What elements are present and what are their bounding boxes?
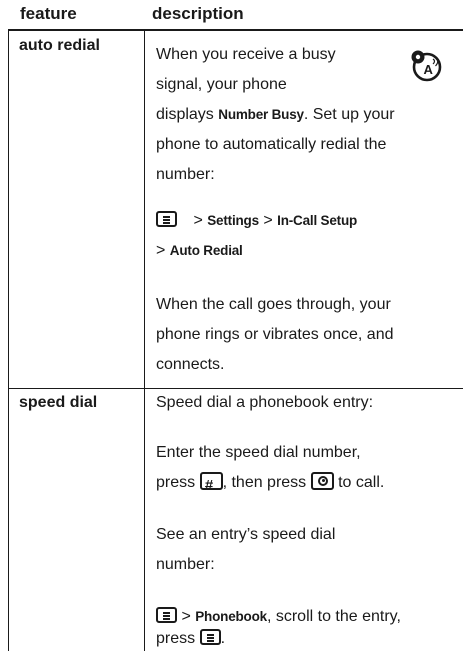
speed-dial-line-5: number: [156,556,215,573]
in-call-setup-label: In-Call Setup [277,213,358,228]
table-header: feature description [8,0,463,31]
auto-redial-after-1: When the call goes through, your [156,296,391,313]
auto-redial-line-1: When you receive a busy [156,46,336,63]
menu-key-icon [156,607,177,624]
speed-dial-line-1: Speed dial a phonebook entry: [156,394,374,411]
column-divider [144,30,145,651]
settings-label: Settings [207,213,259,228]
speed-dial-line-3: press , then press to call. [156,468,385,501]
press-text: press [156,474,196,491]
auto-redial-menu-path: > Settings > In-Call Setup [156,206,357,236]
auto-redial-after-2: phone rings or vibrates once, and [156,326,394,343]
path-separator: > [156,242,166,259]
auto-redial-line-4: phone to automatically redial the [156,136,387,153]
path-separator: > [263,212,273,229]
network-dependent-feature-icon: A [411,50,442,82]
auto-redial-line-2: signal, your phone [156,76,287,93]
to-call-text: to call. [338,474,385,491]
svg-text:A: A [424,62,434,77]
auto-redial-line-3: displays Number Busy. Set up your [156,100,395,130]
auto-redial-line-5: number: [156,166,215,183]
feature-speed-dial: speed dial [19,394,98,411]
speed-dial-press-line: press . [156,624,225,654]
menu-key-icon [199,629,221,646]
setup-text: . Set up your [303,106,395,123]
speed-dial-line-2: Enter the speed dial number, [156,444,361,461]
displays-text: displays [156,106,214,123]
description-column-header: description [152,4,244,23]
auto-redial-menu-path-2: > Auto Redial [156,236,243,266]
menu-key-icon [156,211,177,228]
then-press-text: , then press [222,474,307,491]
auto-redial-after-3: connects. [156,356,225,373]
send-key-icon [310,472,334,491]
press-text: press [156,630,196,647]
speed-dial-line-4: See an entry’s speed dial [156,526,336,543]
period-text: . [220,630,226,647]
feature-column-header: feature [20,4,77,23]
scroll-text: , scroll to the entry, [266,608,401,625]
pound-key-icon [199,471,223,501]
manual-page: feature description auto redial A When y… [0,0,463,651]
auto-redial-label: Auto Redial [169,243,243,258]
feature-auto-redial: auto redial [19,37,100,54]
table-left-border [8,30,9,651]
path-separator: > [193,212,203,229]
phonebook-label: Phonebook [195,609,267,624]
number-busy-label: Number Busy [218,107,304,122]
path-separator: > [181,608,191,625]
